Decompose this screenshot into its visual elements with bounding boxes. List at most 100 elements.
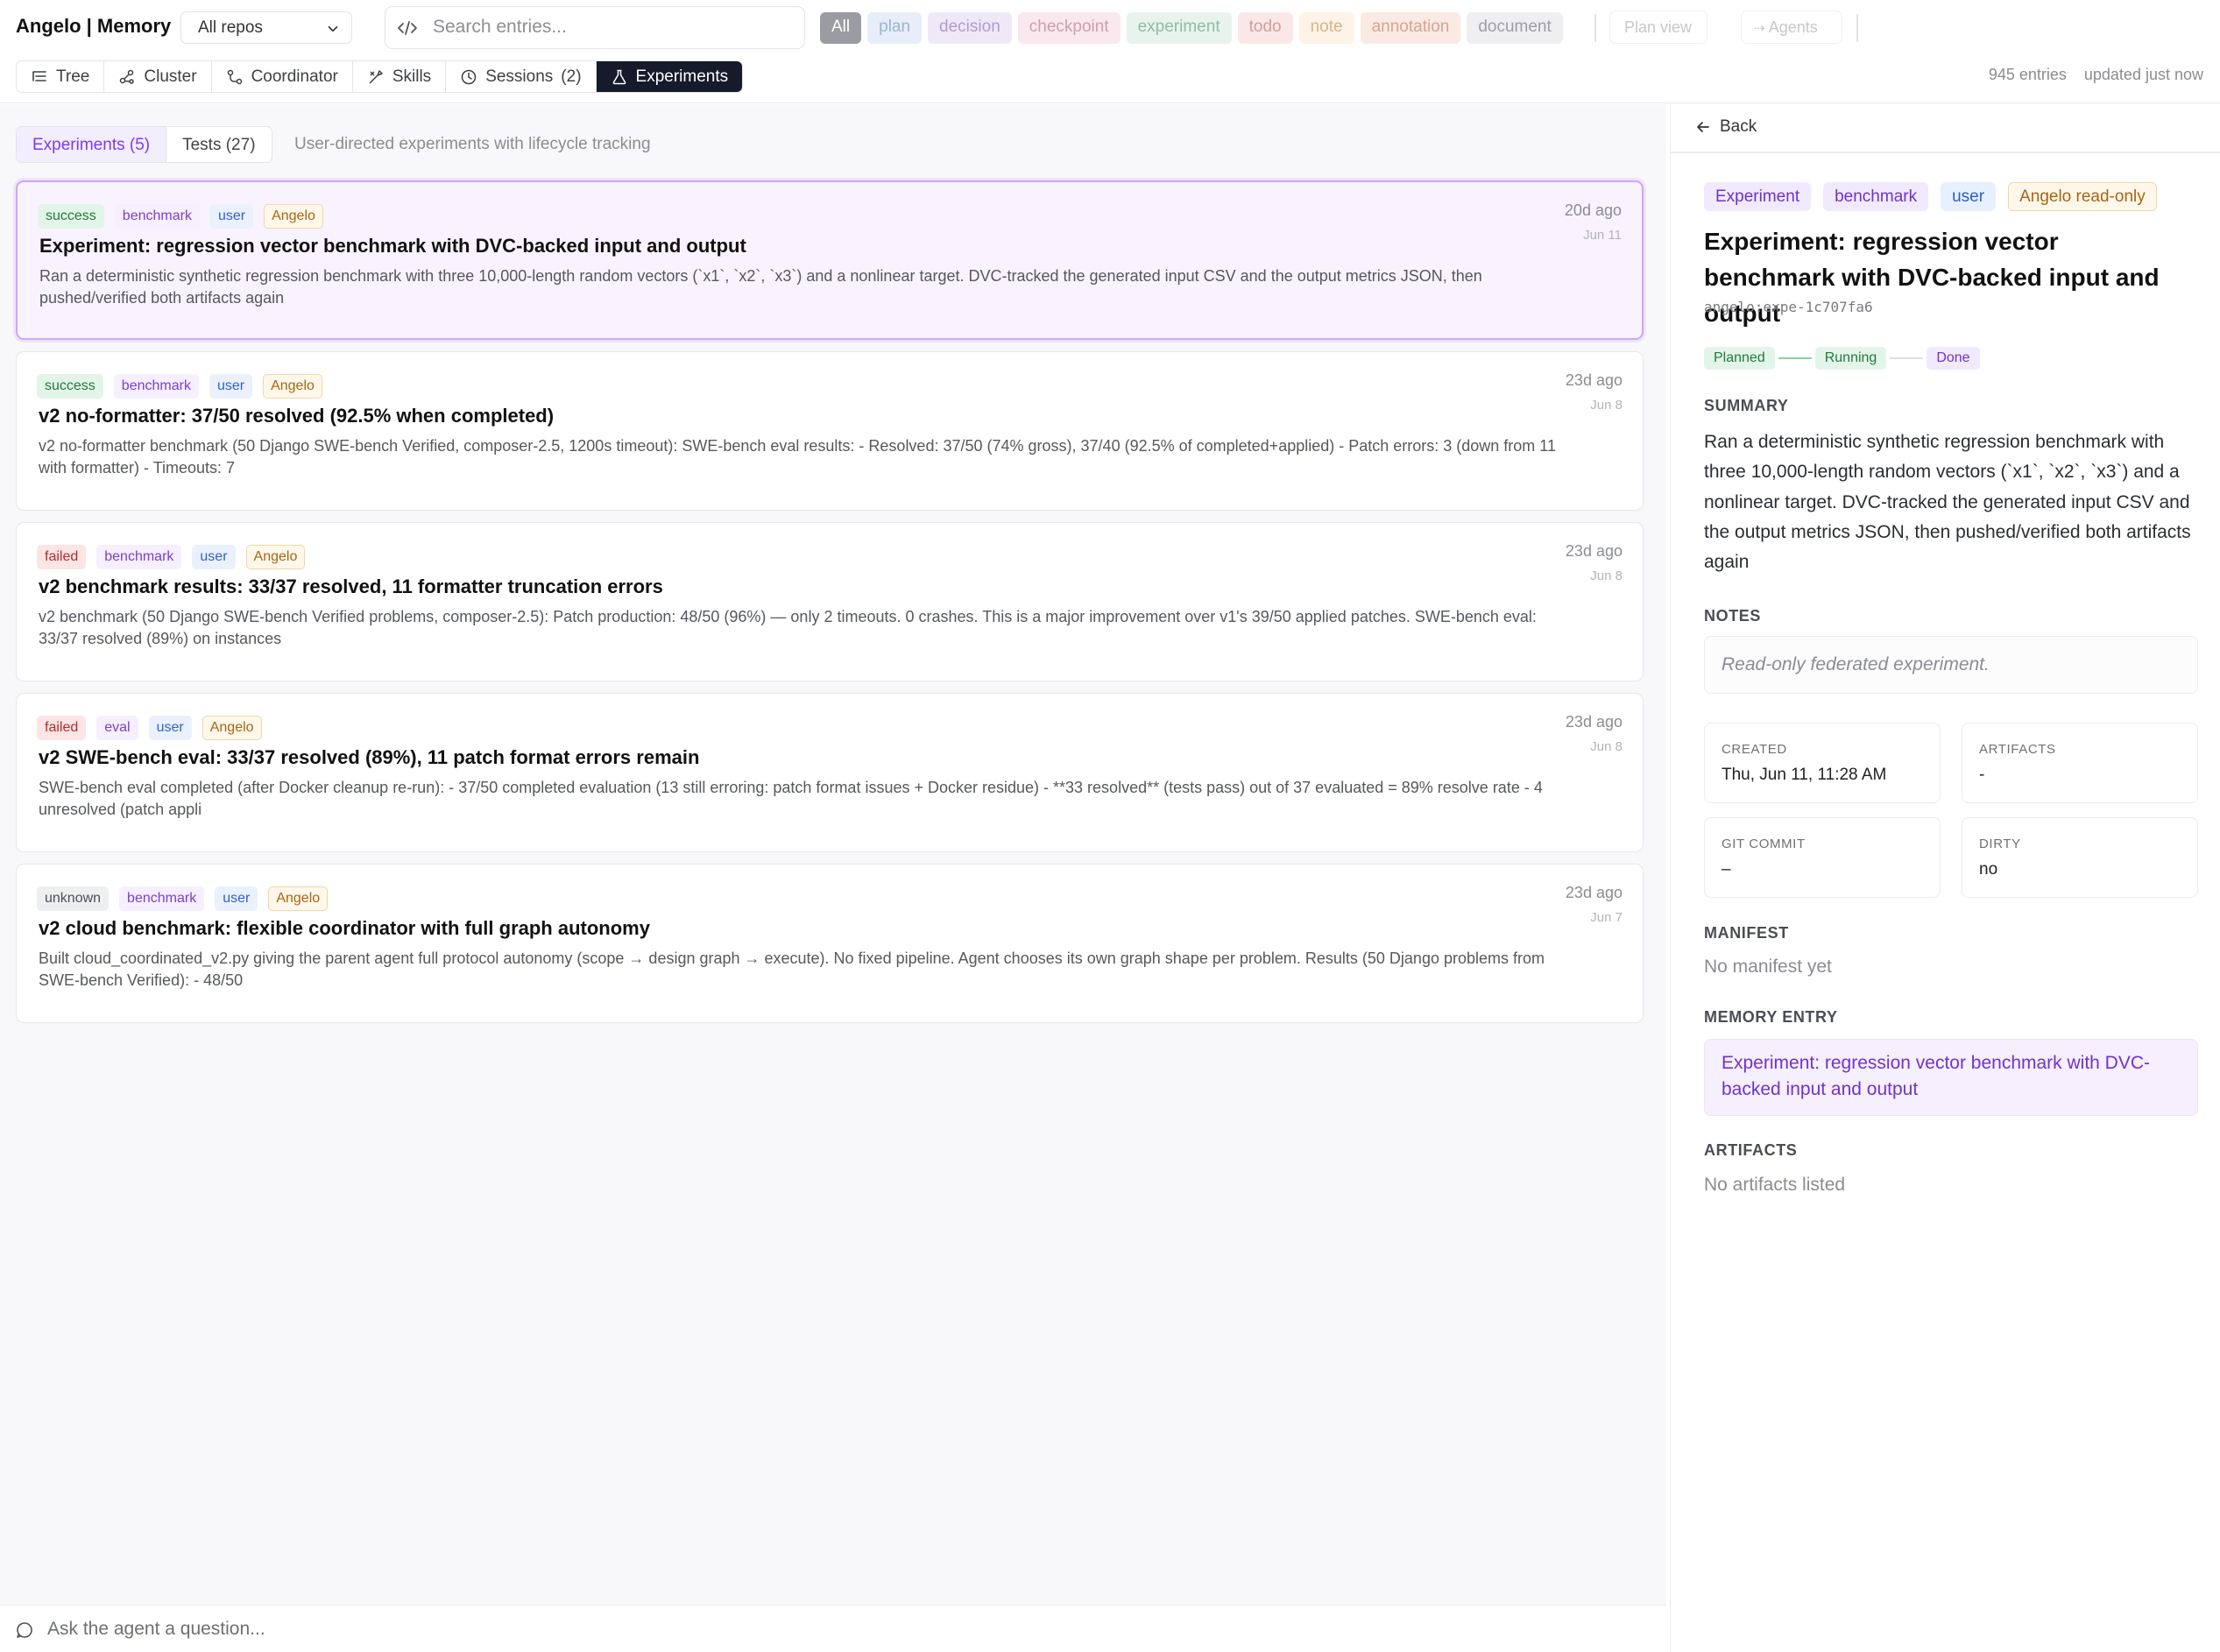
status-badge: failed	[37, 545, 87, 569]
search-box[interactable]	[385, 6, 805, 49]
tab-coordinator[interactable]: Coordinator	[212, 61, 353, 92]
card-tags: success benchmark user Angelo	[37, 374, 322, 399]
card-tags: unknown benchmark user Angelo	[37, 886, 329, 911]
status-badge: success	[38, 204, 104, 229]
subtab-experiments[interactable]: Experiments (5)	[17, 127, 167, 162]
tab-skills[interactable]: Skills	[353, 61, 447, 92]
subtab-tests[interactable]: Tests (27)	[166, 127, 271, 162]
back-button[interactable]: Back	[1695, 117, 1757, 137]
experiment-card[interactable]: success benchmark user Angelo Experiment…	[16, 180, 1644, 340]
filter-chip-annotation[interactable]: annotation	[1360, 12, 1461, 44]
type-tag: benchmark	[96, 545, 182, 569]
experiment-card[interactable]: success benchmark user Angelo v2 no-form…	[16, 351, 1644, 511]
panel-description: User-directed experiments with lifecycle…	[294, 135, 651, 153]
entries-count: 945 entries	[1988, 66, 2067, 83]
created-value: Thu, Jun 11, 11:28 AM	[1722, 766, 1887, 784]
filter-chip-document[interactable]: document	[1467, 12, 1563, 44]
summary-text: Ran a deterministic synthetic regression…	[1704, 432, 2191, 573]
type-tag: benchmark	[113, 374, 199, 399]
arrow-right-icon: ⇢	[1754, 21, 1769, 36]
card-relative-time: 23d ago	[1565, 371, 1623, 389]
card-relative-time: 23d ago	[1565, 884, 1623, 901]
artifacts-heading: ARTIFACTS	[1704, 1141, 1798, 1159]
card-date: Jun 8	[1590, 739, 1623, 754]
experiment-card[interactable]: failed eval user Angelo v2 SWE-bench eva…	[16, 693, 1644, 852]
chevron-down-icon	[328, 25, 338, 32]
card-title: v2 SWE-bench eval: 33/37 resolved (89%),…	[39, 746, 700, 768]
git-commit-value: –	[1722, 860, 1731, 879]
manifest-heading: MANIFEST	[1704, 924, 1789, 942]
tab-experiments[interactable]: Experiments	[596, 61, 743, 92]
lifecycle-stage-running: Running	[1814, 347, 1887, 370]
tab-experiments-label: Experiments	[635, 67, 729, 86]
experiment-card[interactable]: failed benchmark user Angelo v2 benchmar…	[16, 522, 1644, 681]
ask-agent-bar[interactable]	[0, 1605, 1666, 1652]
filter-chip-all[interactable]: All	[820, 12, 862, 44]
tab-sessions[interactable]: Sessions (2)	[446, 61, 597, 92]
cluster-icon	[120, 69, 135, 84]
notes-heading: NOTES	[1704, 607, 1762, 625]
card-date: Jun 7	[1590, 910, 1623, 925]
filter-chip-note[interactable]: note	[1298, 12, 1354, 44]
repo-tag: Angelo	[263, 374, 322, 399]
card-title: Experiment: regression vector benchmark …	[39, 235, 746, 257]
repo-readonly-tag: Angelo read-only	[2008, 182, 2157, 211]
notes-box: Read-only federated experiment.	[1704, 636, 2198, 694]
category-tag: benchmark	[1823, 182, 1929, 211]
created-label: CREATED	[1722, 742, 1787, 757]
card-description: Ran a deterministic synthetic regression…	[39, 267, 1482, 307]
ask-agent-input[interactable]	[47, 1616, 748, 1642]
search-input[interactable]	[433, 14, 783, 40]
filter-chip-checkpoint[interactable]: checkpoint	[1017, 12, 1121, 44]
card-title: v2 benchmark results: 33/37 resolved, 11…	[39, 575, 663, 597]
card-date: Jun 8	[1590, 568, 1623, 583]
detail-id: angelo:expe-1c707fa6	[1704, 299, 1873, 315]
card-description: v2 no-formatter benchmark (50 Django SWE…	[39, 437, 1556, 477]
tab-coordinator-label: Coordinator	[251, 67, 338, 86]
repo-tag: Angelo	[201, 716, 262, 740]
toolbar-divider	[1594, 14, 1596, 42]
tree-icon	[32, 70, 46, 81]
clock-icon	[461, 69, 477, 84]
repo-select[interactable]: All repos	[180, 11, 352, 44]
sessions-count: (2)	[561, 67, 582, 86]
filter-chip-decision[interactable]: decision	[928, 12, 1012, 44]
lifecycle-connector	[1778, 357, 1812, 360]
filter-chip-todo[interactable]: todo	[1237, 12, 1293, 44]
card-relative-time: 20d ago	[1564, 201, 1622, 219]
repo-tag: Angelo	[268, 886, 329, 911]
memory-entry-heading: MEMORY ENTRY	[1704, 1008, 1838, 1026]
filter-chip-experiment[interactable]: experiment	[1126, 12, 1232, 44]
source-tag: user	[215, 886, 258, 911]
artifacts-empty: No artifacts listed	[1704, 1175, 1846, 1195]
dirty-field: DIRTY no	[1962, 817, 2198, 898]
card-title: v2 cloud benchmark: flexible coordinator…	[39, 917, 650, 939]
plan-view-button[interactable]: Plan view	[1609, 11, 1707, 44]
back-label: Back	[1720, 117, 1757, 136]
tab-tree[interactable]: Tree	[17, 61, 105, 92]
updated-status: updated just now	[2083, 66, 2203, 83]
memory-entry-link[interactable]: Experiment: regression vector benchmark …	[1704, 1039, 2198, 1116]
created-field: CREATED Thu, Jun 11, 11:28 AM	[1704, 723, 1941, 803]
agents-button[interactable]: ⇢ Agents	[1741, 11, 1842, 44]
repo-tag: Angelo	[245, 545, 306, 569]
tab-cluster[interactable]: Cluster	[104, 61, 212, 92]
lifecycle-tracker: Planned Running Done	[1704, 347, 1980, 370]
arrow-left-icon	[1697, 122, 1709, 132]
experiment-detail-panel: Back Experiment benchmark user Angelo re…	[1670, 104, 2220, 1652]
skills-icon	[369, 69, 383, 84]
experiment-card[interactable]: unknown benchmark user Angelo v2 cloud b…	[16, 864, 1644, 1023]
git-commit-label: GIT COMMIT	[1722, 837, 1806, 851]
memory-entry-title: Experiment: regression vector benchmark …	[1722, 1053, 2151, 1099]
card-relative-time: 23d ago	[1565, 713, 1623, 731]
lifecycle-stage-planned: Planned	[1704, 347, 1775, 370]
card-title: v2 no-formatter: 37/50 resolved (92.5% w…	[39, 405, 555, 427]
filter-chip-plan[interactable]: plan	[867, 12, 923, 44]
card-tags: failed benchmark user Angelo	[37, 545, 306, 569]
card-description: v2 benchmark (50 Django SWE-bench Verifi…	[39, 608, 1537, 647]
repo-tag: Angelo	[264, 204, 323, 229]
status-badge: success	[37, 374, 103, 399]
flask-icon	[612, 69, 626, 84]
card-date: Jun 8	[1590, 398, 1623, 413]
lifecycle-connector	[1890, 357, 1924, 360]
